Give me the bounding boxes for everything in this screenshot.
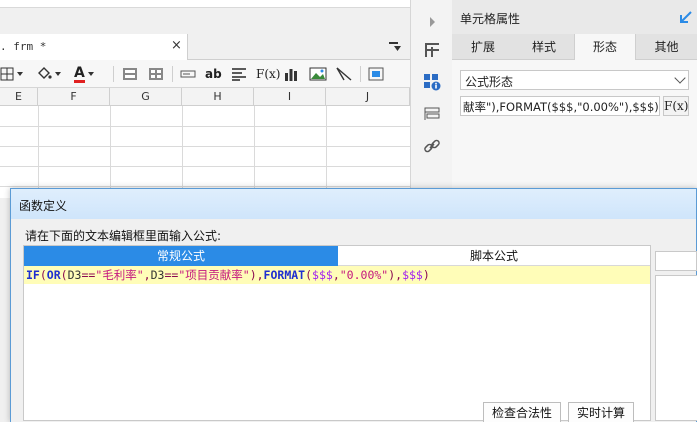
property-panel-header: 单元格属性 <box>452 0 697 34</box>
formula-token: $$$ <box>312 268 333 282</box>
cell-element-icon[interactable] <box>368 65 384 83</box>
split-cells-icon[interactable] <box>148 65 164 83</box>
formula-token: "毛利率" <box>95 268 144 282</box>
merge-cells-icon[interactable] <box>122 65 138 83</box>
grid-line <box>182 106 183 198</box>
grid-line <box>254 106 255 198</box>
grid-line <box>0 126 410 127</box>
text-icon[interactable]: ab <box>205 65 222 83</box>
formula-token: == <box>81 268 96 282</box>
dialog-title: 函数定义 <box>19 199 68 213</box>
format-toolbar: A ab F(x) <box>0 60 410 88</box>
hyperlink-icon[interactable] <box>422 136 442 156</box>
grid-line <box>110 106 111 198</box>
column-header[interactable]: E <box>0 88 38 106</box>
grid-line <box>326 106 327 198</box>
formula-field-value: 献率"),FORMAT($$$,"0.00%"),$$$) <box>463 100 659 114</box>
grid-line <box>0 186 410 187</box>
formula-token: , <box>332 268 340 282</box>
formula-token: "项目贡献率" <box>178 268 250 282</box>
formula-token: OR <box>46 268 61 282</box>
formula-token: $$$ <box>402 268 423 282</box>
formula-token: == <box>164 268 179 282</box>
formula-icon[interactable]: F(x) <box>256 65 280 83</box>
check-validity-button[interactable]: 检查合法性 <box>483 402 562 422</box>
formula-token: ( <box>39 268 47 282</box>
tab-menu-icon[interactable] <box>388 40 402 54</box>
column-header[interactable]: I <box>254 88 326 106</box>
property-tabs: 扩展 样式 形态 其他 <box>452 34 697 60</box>
column-header[interactable]: G <box>110 88 182 106</box>
align-icon[interactable] <box>231 65 247 83</box>
tab-normal-formula[interactable]: 常规公式 <box>24 246 338 266</box>
close-icon[interactable]: × <box>171 38 182 53</box>
property-panel-title: 单元格属性 <box>460 12 521 26</box>
file-tab-bar: . frm * × <box>0 34 410 60</box>
formula-token: D3 <box>67 268 82 282</box>
image-icon[interactable] <box>309 65 327 83</box>
border-icon[interactable] <box>0 65 23 83</box>
formula-token: ), <box>388 268 403 282</box>
dialog-titlebar[interactable]: 函数定义 <box>11 189 696 219</box>
toolbar-separator <box>172 66 173 82</box>
column-header[interactable]: H <box>182 88 254 106</box>
collapse-arrow-icon[interactable] <box>679 10 693 24</box>
formula-token: ) <box>422 268 430 282</box>
form-type-select[interactable]: 公式形态 <box>460 70 689 90</box>
file-tab[interactable]: . frm * × <box>0 34 188 60</box>
formula-token: "0.00%" <box>339 268 389 282</box>
formula-token: FORMAT <box>263 268 306 282</box>
font-color-icon[interactable]: A <box>74 65 94 83</box>
tab-other[interactable]: 其他 <box>636 34 697 60</box>
formula-edit-button[interactable]: F(x) <box>663 96 689 116</box>
formula-token: ( <box>60 268 68 282</box>
expand-arrow-icon[interactable] <box>422 12 442 32</box>
grid-line <box>0 166 410 167</box>
formula-token: ), <box>249 268 264 282</box>
chart-icon[interactable] <box>283 65 299 83</box>
font-color-letter: A <box>74 64 85 83</box>
formula-token: , <box>143 268 151 282</box>
formula-token: IF <box>26 268 40 282</box>
column-header[interactable]: J <box>326 88 410 106</box>
text-field-icon[interactable] <box>180 65 196 83</box>
widget-settings-icon[interactable] <box>422 104 442 124</box>
formula-field[interactable]: 献率"),FORMAT($$$,"0.00%"),$$$) <box>460 96 660 116</box>
formula-token: D3 <box>150 268 165 282</box>
tab-expand[interactable]: 扩展 <box>452 34 514 60</box>
formula-code: IF(OR(D3=="毛利率",D3=="项目贡献率"),FORMAT($$$,… <box>26 267 430 283</box>
column-header[interactable]: F <box>38 88 110 106</box>
formula-mode-pane: 常规公式 脚本公式 IF(OR(D3=="毛利率",D3=="项目贡献率"),F… <box>23 245 651 421</box>
tab-form[interactable]: 形态 <box>574 34 636 60</box>
realtime-calc-button[interactable]: 实时计算 <box>568 402 635 422</box>
slash-icon[interactable] <box>336 65 352 83</box>
cell-properties-icon[interactable] <box>422 72 442 92</box>
fill-color-icon[interactable] <box>36 65 61 83</box>
tab-script-formula[interactable]: 脚本公式 <box>338 246 650 266</box>
formula-editor[interactable]: IF(OR(D3=="毛利率",D3=="项目贡献率"),FORMAT($$$,… <box>24 266 650 284</box>
file-tab-name: . frm * <box>0 40 47 53</box>
toolbar-separator <box>360 66 361 82</box>
toolbar-separator <box>113 66 114 82</box>
dialog-body: 请在下面的文本编辑框里面输入公式: 常规公式 脚本公式 IF(OR(D3=="毛… <box>11 219 697 422</box>
function-list[interactable] <box>655 275 697 421</box>
formula-token: ( <box>305 268 313 282</box>
cell-attribute-icon[interactable] <box>422 40 442 60</box>
top-strip <box>0 0 410 8</box>
tab-style[interactable]: 样式 <box>514 34 574 60</box>
function-search-input[interactable] <box>655 251 697 271</box>
function-definition-dialog: 函数定义 请在下面的文本编辑框里面输入公式: 常规公式 脚本公式 IF(OR(D… <box>10 188 697 422</box>
dialog-instruction: 请在下面的文本编辑框里面输入公式: <box>25 229 222 243</box>
grid-line <box>0 146 410 147</box>
chevron-down-icon <box>674 72 686 84</box>
report-sheet[interactable]: E F G H I J <box>0 88 410 198</box>
form-type-value: 公式形态 <box>465 75 514 89</box>
grid-line <box>38 106 39 198</box>
